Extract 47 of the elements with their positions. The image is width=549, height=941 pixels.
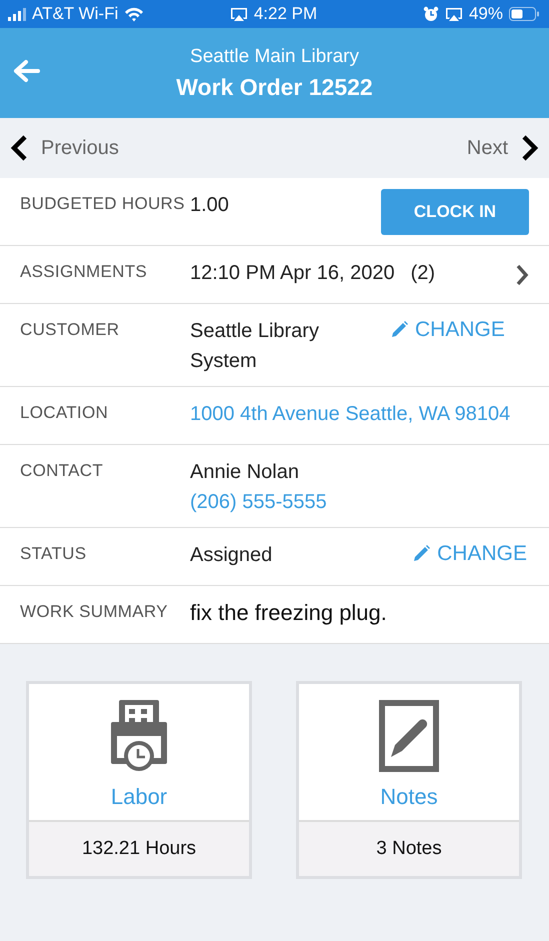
- previous-button[interactable]: Previous: [10, 130, 119, 166]
- field-value: 1.00: [190, 193, 230, 218]
- open-assignments-button[interactable]: [515, 262, 529, 288]
- tile-card[interactable]: Notes 3 Notes: [296, 681, 522, 879]
- airplay-icon: [444, 7, 463, 21]
- field-label: CONTACT: [20, 460, 104, 482]
- tile-summary: 3 Notes: [299, 820, 519, 876]
- field-label: CUSTOMER: [20, 319, 120, 341]
- chevron-right-icon: [520, 134, 539, 162]
- chevron-left-icon: [10, 134, 29, 162]
- chevron-right-icon: [515, 264, 529, 286]
- field-value: Seattle Library System: [190, 319, 320, 374]
- tile-card[interactable]: Labor 132.21 Hours: [26, 681, 252, 879]
- airplay-icon: [230, 7, 248, 21]
- field-label: WORK SUMMARY: [20, 601, 169, 623]
- alarm-icon: [422, 6, 439, 22]
- field-label: ASSIGNMENTS: [20, 261, 148, 283]
- tile-title: Labor: [110, 784, 168, 810]
- carrier-name: AT&T Wi-Fi: [32, 4, 118, 24]
- field-value: Annie Nolan: [190, 460, 300, 485]
- link-text[interactable]: (206) 555-5555: [190, 487, 529, 517]
- back-arrow-icon: [12, 59, 42, 83]
- battery-icon: [509, 7, 539, 21]
- assignment-count: (2): [410, 261, 436, 286]
- wifi-icon: [124, 6, 144, 22]
- location-subtitle: Seattle Main Library: [190, 46, 359, 68]
- page-title: Work Order 12522: [176, 74, 373, 100]
- field-value: 12:10 PM Apr 16, 2020: [190, 261, 395, 286]
- printer-clock-icon: [109, 700, 169, 772]
- clock-in-button[interactable]: CLOCK IN: [381, 189, 529, 235]
- field-label: BUDGETED HOURS: [20, 193, 186, 215]
- pencil-icon: [412, 544, 432, 564]
- tile-summary: 132.21 Hours: [29, 820, 249, 876]
- tile-title: Notes: [380, 784, 438, 810]
- change-button[interactable]: CHANGE: [412, 540, 527, 568]
- pencil-icon: [390, 320, 409, 340]
- change-button[interactable]: CHANGE: [390, 316, 505, 344]
- notepad-pencil-icon: [379, 700, 439, 772]
- field-value: Assigned: [190, 543, 274, 568]
- clock-time: 4:22 PM: [254, 4, 318, 24]
- battery-percent: 49%: [468, 4, 503, 24]
- field-value: fix the freezing plug.: [190, 599, 388, 627]
- field-label: STATUS: [20, 543, 88, 565]
- next-button[interactable]: Next: [466, 130, 539, 166]
- field-label: LOCATION: [20, 402, 110, 424]
- link-text[interactable]: 1000 4th Avenue Seattle, WA 98104: [190, 399, 529, 429]
- signal-icon: [8, 8, 26, 20]
